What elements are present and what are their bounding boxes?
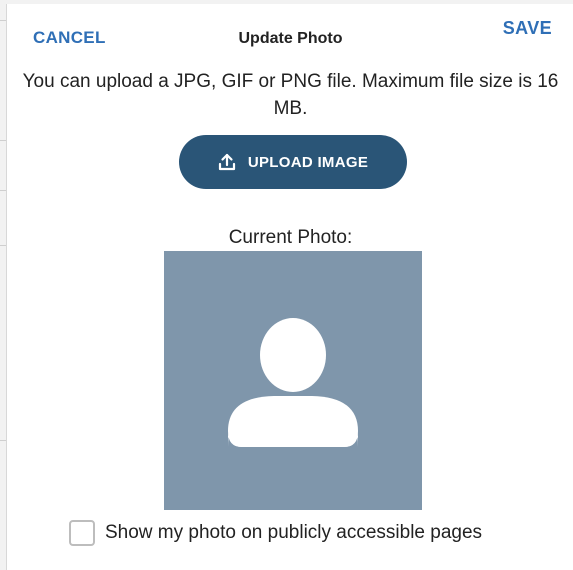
- upload-image-button[interactable]: UPLOAD IMAGE: [179, 135, 407, 189]
- current-photo-label: Current Photo:: [228, 227, 353, 248]
- public-photo-option: Show my photo on publicly accessible pag…: [69, 520, 482, 546]
- dialog-title: Update Photo: [238, 30, 343, 47]
- upload-icon: [218, 153, 236, 171]
- dialog-header: CANCEL Update Photo SAVE: [7, 4, 573, 66]
- upload-image-label: UPLOAD IMAGE: [247, 153, 369, 171]
- page: CANCEL Update Photo SAVE You can upload …: [0, 0, 573, 570]
- upload-instructions: You can upload a JPG, GIF or PNG file. M…: [22, 71, 559, 119]
- show-photo-publicly-checkbox[interactable]: [69, 520, 95, 546]
- person-silhouette-icon: [228, 318, 358, 447]
- save-button[interactable]: SAVE: [503, 18, 552, 39]
- current-photo: [164, 251, 422, 510]
- update-photo-dialog: CANCEL Update Photo SAVE You can upload …: [6, 4, 573, 570]
- show-photo-publicly-label[interactable]: Show my photo on publicly accessible pag…: [105, 522, 482, 544]
